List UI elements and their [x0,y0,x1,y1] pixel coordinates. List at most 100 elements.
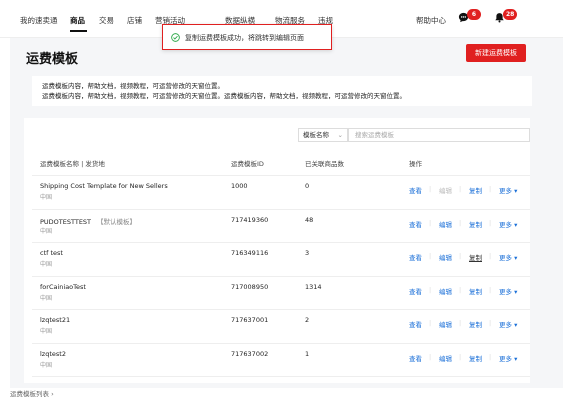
template-name-text: PUDOTESTTEST [40,217,92,226]
new-shipping-template-button[interactable]: 新建运费模板 [466,44,526,62]
search-input[interactable]: 搜索运费模板 [348,128,530,142]
breadcrumb-chevron-icon: › [51,390,54,398]
view-button[interactable]: 查看 [409,185,422,195]
template-name-text: lzqtest2 [40,349,66,358]
more-dropdown[interactable]: 更多 ▾ [499,219,517,229]
template-name: lzqtest21 [40,316,70,324]
action-divider: | [489,319,492,327]
table-row: forCainiaoTest 中国 717008950 1314 查看 | 编辑 | 复制 | 更多… [24,277,530,310]
table-row: PUDOTESTTEST 【默认模板】 中国 717419360 48 查看 | 编辑 | 复制 |… [24,210,530,243]
description-line-2: 运费模板内容，帮助文档，视频教程，可运营修改的天窗位置。运费模板内容，帮助文档，… [42,92,406,100]
copy-button[interactable]: 复制 [469,319,482,329]
column-header-id: 运费模板ID [231,160,264,168]
filter-field-select[interactable]: 模板名称 ⌄ [298,128,348,142]
template-id: 1000 [231,182,248,190]
nav-item-products[interactable]: 商品 [70,15,85,26]
edit-button[interactable]: 编辑 [439,319,452,329]
ship-from-country: 中国 [40,294,53,302]
page-title: 运费模板 [26,52,79,67]
success-toast: 复制运费模板成功，将跳转到编辑页面 [162,24,332,50]
view-button[interactable]: 查看 [409,319,422,329]
action-divider: | [489,185,492,193]
edit-button[interactable]: 编辑 [439,185,452,195]
edit-button[interactable]: 编辑 [439,219,452,229]
more-label: 更多 [499,187,512,195]
breadcrumb: 运费模板列表 › [10,388,54,398]
ship-from-country: 中国 [40,194,53,201]
column-header-name: 运费模板名称 | 发货地 [40,160,105,168]
copy-button[interactable]: 复制 [469,286,482,296]
more-dropdown[interactable]: 更多 ▾ [499,319,517,329]
action-divider: | [429,185,432,193]
template-name-text: ctf test [40,249,63,257]
action-divider: | [429,218,432,227]
more-dropdown[interactable]: 更多 ▾ [499,286,517,296]
view-button[interactable]: 查看 [409,252,422,262]
more-dropdown[interactable]: 更多 ▾ [499,185,517,195]
copy-button[interactable]: 复制 [469,219,482,229]
linked-product-count: 48 [305,215,314,224]
action-divider: | [429,285,432,294]
more-label: 更多 [499,220,512,229]
view-button[interactable]: 查看 [409,219,422,229]
action-divider: | [489,352,492,361]
template-name-text: forCainiaoTest [40,282,86,291]
more-dropdown[interactable]: 更多 ▾ [499,353,517,363]
template-id: 717008950 [231,282,269,291]
template-id: 717637002 [231,349,269,358]
ship-from-country: 中国 [40,328,53,335]
caret-down-icon: ▾ [512,187,518,195]
caret-down-icon: ▾ [512,254,518,262]
linked-product-count: 1314 [305,282,322,291]
column-header-actions: 操作 [409,160,422,168]
linked-product-count: 1 [305,349,310,358]
nav-item-my-aliexpress[interactable]: 我的速卖通 [20,15,58,26]
nav-item-transactions[interactable]: 交易 [99,15,114,26]
messages-button[interactable]: 6 [458,9,481,25]
action-divider: | [489,285,492,294]
breadcrumb-item[interactable]: 运费模板列表 [10,390,49,398]
view-button[interactable]: 查看 [409,353,422,363]
template-table-card: 模板名称 ⌄ 搜索运费模板 运费模板名称 | 发货地 运费模板ID 已关联商品数… [24,118,530,383]
row-divider [32,376,530,377]
filter-field-value: 模板名称 [303,131,329,139]
more-dropdown[interactable]: 更多 ▾ [499,252,517,262]
toast-message: 复制运费模板成功，将跳转到编辑页面 [185,34,304,42]
caret-down-icon: ▾ [512,321,518,329]
copy-button[interactable]: 复制 [469,185,482,195]
copy-button[interactable]: 复制 [469,252,482,262]
view-button[interactable]: 查看 [409,286,422,296]
action-divider: | [459,252,462,260]
help-center-link[interactable]: 帮助中心 [416,15,446,26]
ship-from-country: 中国 [40,361,53,369]
template-id: 717419360 [231,215,269,224]
action-divider: | [489,252,492,260]
column-header-count: 已关联商品数 [305,160,344,168]
active-nav-indicator [70,30,87,32]
table-row: lzqtest21 中国 717637001 2 查看 | 编辑 | 复制 | 更多 ▾ [24,310,530,343]
copy-button[interactable]: 复制 [469,353,482,363]
action-divider: | [489,218,492,227]
messages-badge: 6 [467,9,481,20]
table-row: ctf test 中国 716349116 3 查看 | 编辑 | 复制 | 更多 ▾ [24,243,530,276]
action-divider: | [459,185,462,193]
action-divider: | [459,319,462,327]
more-label: 更多 [499,287,512,296]
description-panel: 运费模板内容，帮助文档，视频教程，可运营修改的天窗位置。 运费模板内容，帮助文档… [32,76,532,106]
edit-button[interactable]: 编辑 [439,286,452,296]
template-name-text: Shipping Cost Template for New Sellers [40,182,168,190]
more-label: 更多 [499,321,512,329]
linked-product-count: 0 [305,182,310,190]
linked-product-count: 3 [305,249,310,257]
template-name: forCainiaoTest [40,283,86,291]
edit-button[interactable]: 编辑 [439,252,452,262]
template-name: Shipping Cost Template for New Sellers [40,182,168,190]
nav-item-store[interactable]: 店铺 [127,15,142,26]
more-label: 更多 [499,254,512,262]
notifications-badge: 28 [503,9,518,20]
notifications-button[interactable]: 28 [494,9,518,25]
linked-product-count: 2 [305,316,310,324]
edit-button[interactable]: 编辑 [439,353,452,363]
default-template-tag: 【默认模板】 [97,217,137,226]
template-name: ctf test [40,249,63,257]
